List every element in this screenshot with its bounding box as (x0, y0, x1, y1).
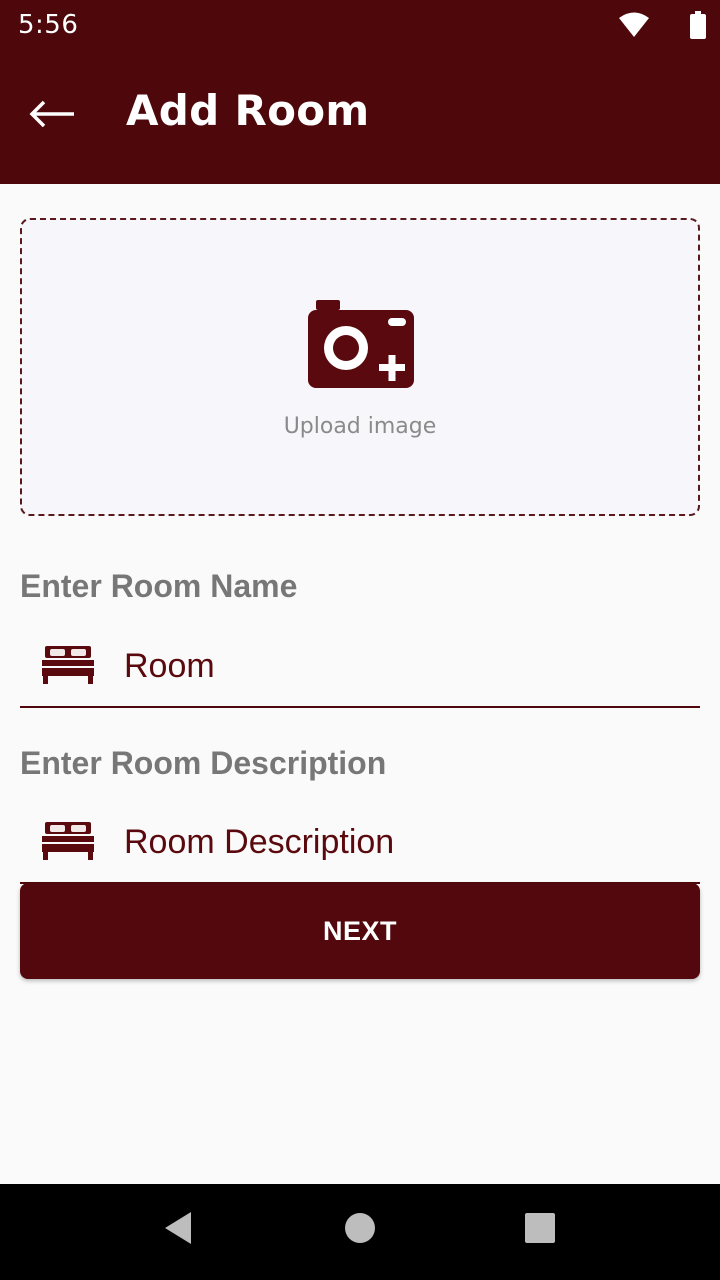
upload-label: Upload image (283, 414, 437, 439)
nav-recents-button[interactable] (510, 1198, 570, 1258)
room-description-field[interactable] (20, 802, 700, 884)
home-circle-icon (345, 1213, 375, 1243)
upload-image-area[interactable]: Upload image (20, 218, 700, 516)
room-description-label: Enter Room Description (20, 745, 387, 781)
wifi-icon (619, 12, 649, 37)
bed-icon (42, 822, 94, 860)
room-name-field[interactable] (20, 626, 700, 708)
nav-back-button[interactable] (148, 1198, 208, 1258)
back-triangle-icon (165, 1212, 191, 1244)
nav-home-button[interactable] (330, 1198, 390, 1258)
status-time: 5:56 (18, 10, 79, 40)
recents-square-icon (525, 1213, 555, 1243)
next-button[interactable]: NEXT (20, 883, 700, 979)
room-description-input[interactable] (124, 816, 684, 868)
back-button[interactable] (22, 90, 82, 138)
battery-icon (690, 11, 706, 39)
page-title: Add Room (126, 86, 370, 135)
status-bar: 5:56 (0, 0, 720, 50)
bed-icon (42, 646, 94, 684)
status-icons (618, 10, 706, 40)
room-name-label: Enter Room Name (20, 568, 298, 604)
arrow-left-icon (29, 100, 74, 128)
app-bar: Add Room (0, 50, 720, 184)
camera-plus-icon (308, 300, 414, 388)
room-name-input[interactable] (124, 640, 684, 692)
navigation-bar (0, 1184, 720, 1280)
